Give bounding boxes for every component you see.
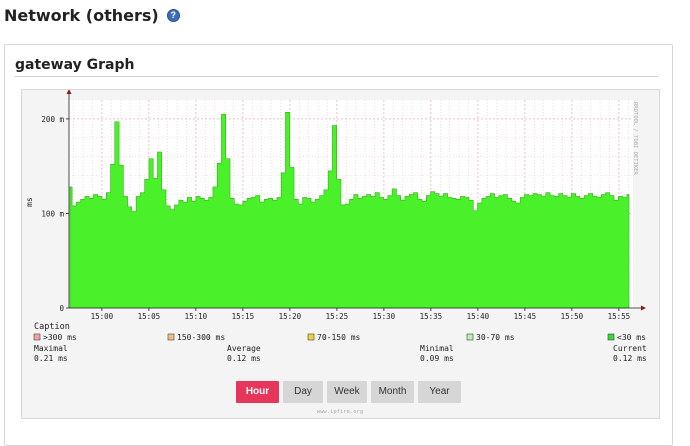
card-title: gateway Graph (15, 57, 135, 73)
legend-label: <30 ms (617, 333, 646, 342)
stat-value: 0.12 ms (227, 354, 261, 363)
stat-value: 0.12 ms (613, 354, 647, 363)
period-selector: Hour Day Week Month Year (236, 381, 461, 403)
legend-label: 150-300 ms (177, 333, 225, 342)
period-button-week[interactable]: Week (327, 381, 367, 403)
stat-value: 0.09 ms (420, 354, 454, 363)
rrd-graph-image: 0 100 m 200 m 15:00 15:05 15:10 15:15 15:20 15:2… (21, 89, 660, 419)
x-tick-label: 15:10 (185, 312, 208, 321)
legend-swatch (307, 333, 315, 341)
y-tick-label: 0 (59, 304, 64, 313)
stat-label: Minimal (420, 344, 454, 353)
legend-swatch (33, 333, 41, 341)
legend-swatch (167, 333, 175, 341)
statistics: Maximal0.21 msAverage0.12 msMinimal0.09 … (34, 344, 647, 363)
x-tick-label: 15:35 (420, 312, 443, 321)
watermark-side: RRDTOOL / TOBI OETIKER (632, 102, 638, 176)
stat-label: Average (227, 344, 261, 353)
help-icon[interactable]: ? (166, 9, 180, 22)
x-axis-arrow (641, 305, 646, 311)
page-title: Network (others) (4, 6, 159, 25)
legend-item: <30 ms (607, 333, 646, 342)
stat-maximal: Maximal0.21 ms (34, 344, 68, 363)
legend-item: 30-70 ms (466, 333, 515, 342)
legend-label: 70-150 ms (317, 333, 361, 342)
stat-label: Current (613, 344, 647, 353)
stat-current: Current0.12 ms (613, 344, 647, 363)
period-button-month[interactable]: Month (371, 381, 414, 403)
stat-label: Maximal (34, 344, 68, 353)
x-tick-label: 15:00 (91, 312, 114, 321)
x-tick-label: 15:25 (326, 312, 349, 321)
x-tick-label: 15:20 (279, 312, 302, 321)
legend-item: 70-150 ms (307, 333, 361, 342)
legend-swatch (607, 333, 615, 341)
x-tick-label: 15:50 (561, 312, 584, 321)
legend-label: 30-70 ms (476, 333, 515, 342)
period-button-hour[interactable]: Hour (236, 381, 279, 403)
y-tick-label: 100 m (41, 209, 64, 218)
y-axis-arrow (66, 90, 72, 94)
x-tick-label: 15:15 (232, 312, 255, 321)
x-tick-label: 15:45 (514, 312, 537, 321)
stat-value: 0.21 ms (34, 354, 68, 363)
x-tick-label: 15:05 (138, 312, 161, 321)
stat-minimal: Minimal0.09 ms (420, 344, 454, 363)
page-header: Network (others) ? (4, 6, 180, 25)
stat-average: Average0.12 ms (227, 344, 261, 363)
x-tick-label: 15:40 (467, 312, 490, 321)
watermark-bottom: www.ipfire.org (317, 409, 363, 415)
period-button-year[interactable]: Year (418, 381, 461, 403)
period-button-day[interactable]: Day (283, 381, 323, 403)
x-tick-label: 15:55 (608, 312, 631, 321)
x-tick-label: 15:30 (373, 312, 396, 321)
y-tick-label: 200 m (41, 115, 64, 124)
y-axis-label: ms (25, 197, 34, 207)
legend-item: 150-300 ms (167, 333, 225, 342)
legend-swatch (466, 333, 474, 341)
legend-label: >300 ms (43, 333, 77, 342)
rrd-graph: 0 100 m 200 m 15:00 15:05 15:10 15:15 15:20 15:2… (25, 90, 647, 415)
legend-item: >300 ms (33, 333, 77, 342)
legend: >300 ms 150-300 ms 70-150 ms 30-70 ms <30 ms (33, 333, 646, 342)
card-divider (15, 76, 658, 77)
caption-title: Caption (34, 322, 70, 332)
